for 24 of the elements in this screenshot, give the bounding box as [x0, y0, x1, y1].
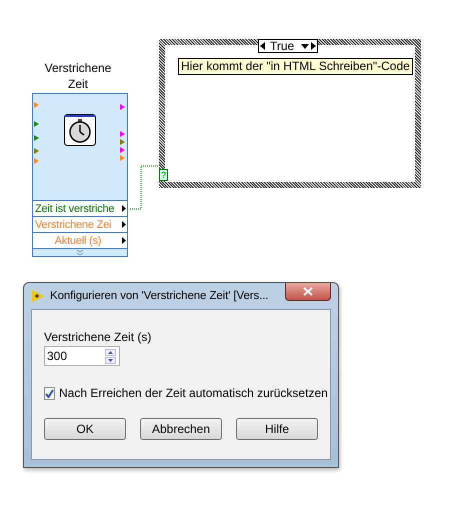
output-arrow-icon [122, 205, 126, 212]
output-arrow-icon [122, 221, 126, 228]
dialog-button[interactable]: Hilfe [236, 418, 318, 440]
node-label: Verstrichene Zeit [44, 60, 112, 92]
app-logo-icon [31, 289, 45, 303]
case-structure[interactable]: True Hier kommt der "in HTML Schreiben"-Code ? [159, 39, 421, 188]
close-icon [303, 287, 313, 296]
output-terminal[interactable]: Zeit ist verstriche [33, 200, 127, 216]
dialog-button[interactable]: OK [44, 418, 126, 440]
input-pins-drawing [34, 102, 40, 164]
checkbox-label: Nach Erreichen der Zeit automatisch zurücksetzen [59, 386, 328, 400]
comment-label: Hier kommt der "in HTML Schreiben"-Code [178, 58, 413, 75]
field-label: Verstrichene Zeit (s) [44, 330, 152, 344]
selector-terminal[interactable]: ? [159, 169, 168, 181]
checkbox[interactable] [44, 386, 55, 400]
express-vi-node[interactable]: Zeit ist verstriche Verstrichene Zei Aktuell (s) [32, 93, 128, 257]
dialog-button[interactable]: Abbrechen [140, 418, 222, 440]
output-pins-drawing [120, 104, 126, 164]
output-arrow-icon [122, 237, 126, 244]
previous-case-icon[interactable] [259, 40, 266, 52]
case-selector[interactable]: True [258, 39, 318, 53]
close-button[interactable] [285, 283, 331, 301]
stopwatch-icon [64, 114, 96, 146]
window-title: Konfigurieren von 'Verstrichene Zeit' [Vers... [50, 290, 270, 302]
